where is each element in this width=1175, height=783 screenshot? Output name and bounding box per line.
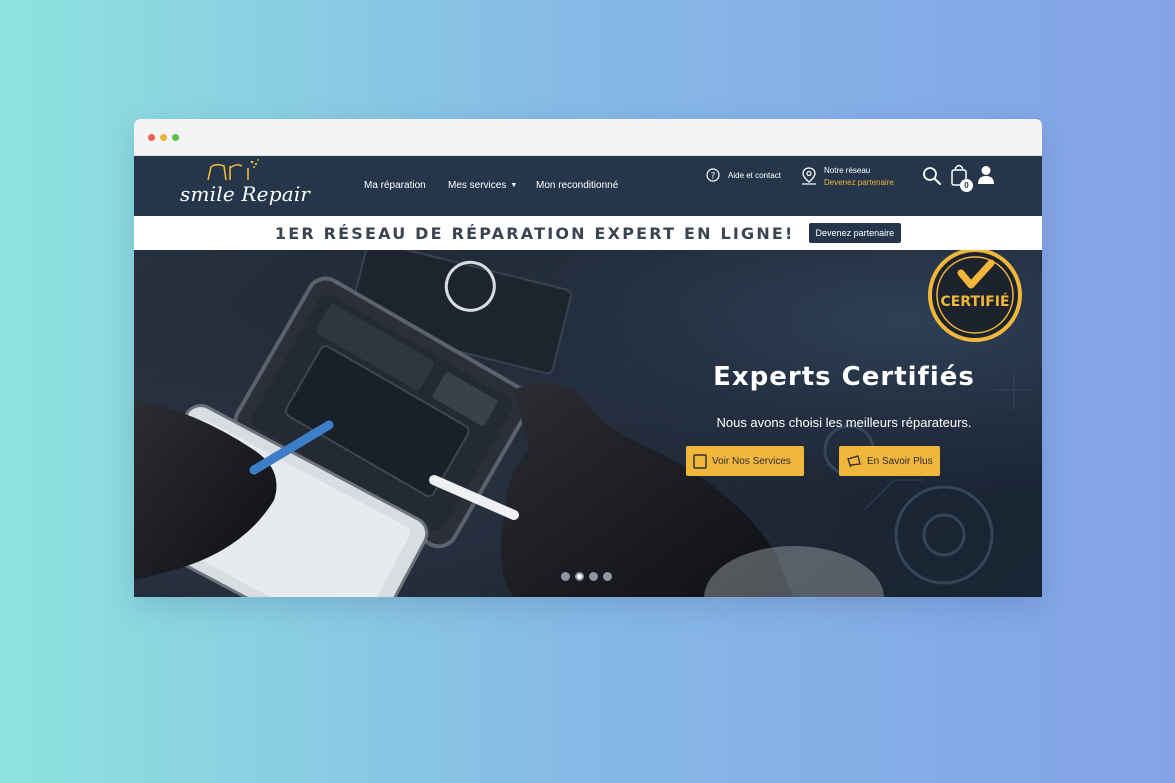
promo-banner-text: 1ER RÉSEAU DE RÉPARATION EXPERT EN LIGNE… — [274, 223, 795, 243]
nav-mes-services[interactable]: Mes services ▼ — [448, 180, 517, 191]
become-partner-link[interactable]: Devenez partenaire — [824, 178, 894, 187]
cart-count-badge: 0 — [960, 179, 973, 192]
help-contact-label: Aide et contact — [728, 170, 781, 180]
hero-slider: CERTIFIÉ Experts Certifiés Nous avons ch… — [134, 250, 1042, 597]
account-button[interactable] — [977, 165, 995, 190]
user-icon — [978, 166, 994, 184]
certified-badge-text: CERTIFIÉ — [940, 294, 1010, 310]
nav-ma-reparation[interactable]: Ma réparation — [364, 180, 426, 191]
network-title: Notre réseau — [824, 166, 871, 175]
site-logo[interactable]: smile Repair — [180, 158, 310, 210]
logo-text: smile Repair — [180, 182, 311, 206]
see-services-button[interactable]: Voir Nos Services — [686, 446, 804, 476]
carousel-dot-4[interactable] — [603, 572, 612, 581]
bag-icon — [693, 454, 707, 469]
hero-title: Experts Certifiés — [713, 362, 975, 392]
map-pin-icon — [802, 167, 816, 185]
nav-mes-services-label: Mes services — [448, 180, 507, 191]
help-icon: ? — [706, 168, 720, 182]
browser-titlebar — [134, 119, 1042, 156]
carousel-indicators — [561, 572, 612, 581]
svg-text:?: ? — [711, 172, 716, 182]
network-block: Notre réseau Devenez partenaire — [800, 166, 894, 187]
minimize-window-dot[interactable] — [160, 134, 167, 141]
carousel-dot-1[interactable] — [561, 572, 570, 581]
search-icon — [923, 167, 941, 185]
nav-mon-reconditionne[interactable]: Mon reconditionné — [536, 180, 618, 191]
promo-banner: 1ER RÉSEAU DE RÉPARATION EXPERT EN LIGNE… — [134, 216, 1042, 250]
hero-subtitle: Nous avons choisi les meilleurs réparate… — [716, 415, 972, 430]
cart-button[interactable]: 0 — [950, 163, 974, 193]
browser-window: smile Repair Ma réparation Mes services ▼… — [134, 119, 1042, 597]
carousel-dot-3[interactable] — [589, 572, 598, 581]
maximize-window-dot[interactable] — [172, 134, 179, 141]
learn-more-button[interactable]: En Savoir Plus — [839, 446, 940, 476]
close-window-dot[interactable] — [148, 134, 155, 141]
chevron-down-icon: ▼ — [510, 182, 518, 189]
help-contact-link[interactable]: ? Aide et contact — [706, 168, 781, 182]
site-header: smile Repair Ma réparation Mes services ▼… — [134, 156, 1042, 216]
banner-partner-button[interactable]: Devenez partenaire — [808, 223, 902, 243]
see-services-label: Voir Nos Services — [712, 455, 791, 467]
carousel-dot-2[interactable] — [575, 572, 584, 581]
search-button[interactable] — [922, 166, 942, 191]
megaphone-icon — [847, 455, 861, 468]
learn-more-label: En Savoir Plus — [867, 455, 933, 467]
